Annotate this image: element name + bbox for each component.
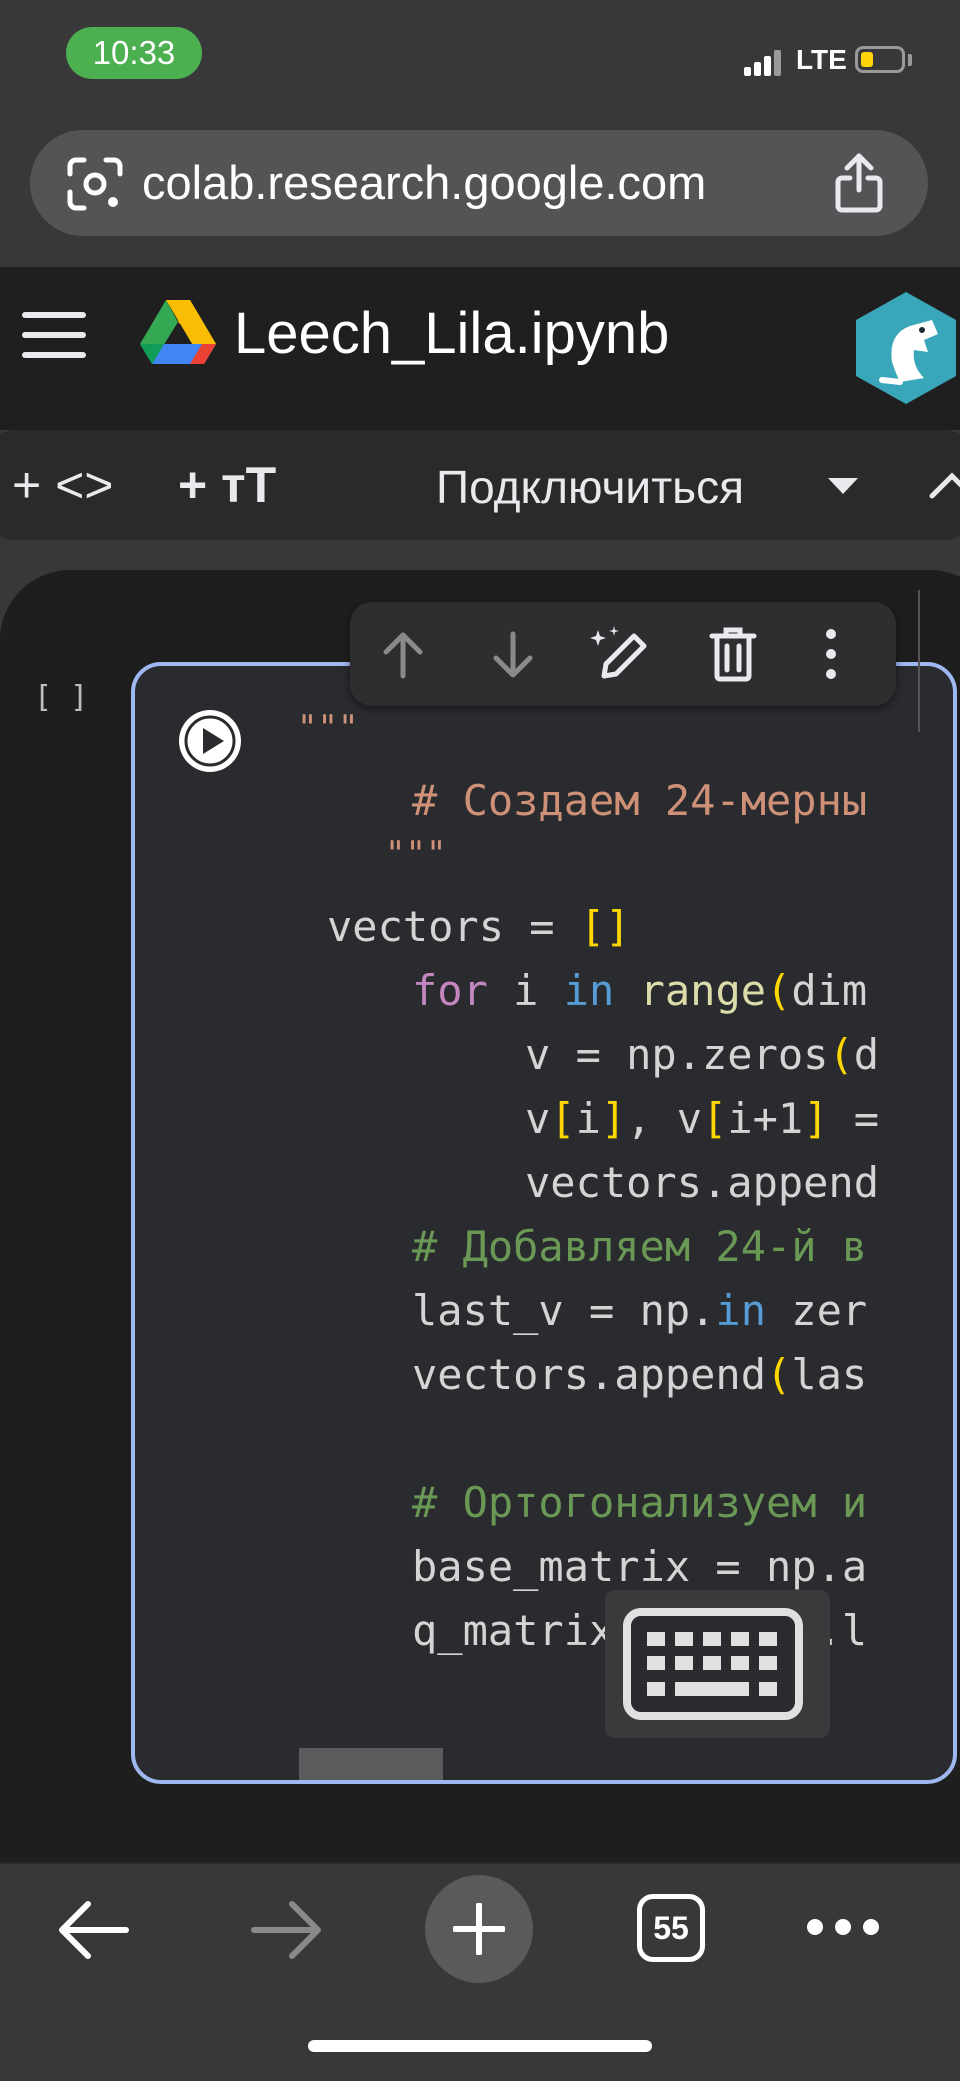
code-line: v[i], v[i+1] =	[525, 1094, 880, 1143]
code-cell[interactable]: """ # Создаем 24-мерны """ vectors = [] …	[131, 662, 957, 1784]
network-label: LTE	[796, 44, 847, 75]
keyboard-toggle-button[interactable]	[605, 1590, 830, 1738]
more-menu-icon[interactable]	[806, 1918, 880, 1936]
add-code-cell-button[interactable]: + <>	[12, 456, 114, 514]
tab-switcher-button[interactable]: 55	[637, 1894, 705, 1962]
code-line: """	[297, 708, 359, 748]
connect-button[interactable]: Подключиться	[436, 460, 744, 514]
menu-icon[interactable]	[22, 312, 86, 358]
code-line: """	[385, 834, 447, 874]
home-indicator	[308, 2040, 652, 2052]
move-up-icon[interactable]	[380, 630, 426, 680]
execution-count: [ ]	[34, 680, 89, 715]
add-text-cell-button[interactable]: + тT	[178, 456, 276, 514]
collapse-icon[interactable]	[928, 470, 960, 500]
code-line: # Ортогонализуем и	[412, 1478, 868, 1527]
code-line: v = np.zeros(d	[525, 1030, 880, 1079]
move-down-icon[interactable]	[490, 630, 536, 680]
more-options-icon[interactable]	[824, 628, 838, 680]
code-line: vectors.append	[525, 1158, 880, 1207]
cell-toolbar	[350, 602, 896, 706]
plus-icon	[453, 1903, 505, 1955]
back-icon[interactable]	[58, 1900, 130, 1960]
horizontal-scrollbar[interactable]	[299, 1748, 443, 1780]
battery-level	[861, 52, 873, 67]
battery-nub	[908, 54, 912, 66]
battery-icon	[855, 46, 905, 73]
edit-ai-icon[interactable]	[590, 624, 652, 684]
cell-toolbar-divider	[918, 590, 920, 732]
signal-icon	[744, 48, 782, 76]
code-line: for i in range(dim	[412, 966, 868, 1015]
code-line: # Добавляем 24-й в	[412, 1222, 868, 1271]
code-line: base_matrix = np.a	[412, 1542, 868, 1591]
code-line: last_v = np.in zer	[412, 1286, 868, 1335]
connect-dropdown-icon[interactable]	[828, 478, 858, 496]
code-editor[interactable]: """ # Создаем 24-мерны """ vectors = [] …	[135, 666, 953, 1780]
notebook-title[interactable]: Leech_Lila.ipynb	[234, 300, 669, 367]
delete-icon[interactable]	[708, 626, 758, 682]
forward-icon[interactable]	[250, 1900, 322, 1960]
new-tab-button[interactable]	[425, 1875, 533, 1983]
avatar[interactable]	[852, 290, 960, 406]
url-text[interactable]: colab.research.google.com	[142, 155, 706, 210]
code-line: vectors = []	[327, 902, 631, 951]
share-icon[interactable]	[834, 152, 884, 214]
code-line: # Создаем 24-мерны	[412, 776, 868, 825]
keyboard-icon	[623, 1608, 803, 1720]
code-line: vectors.append(las	[412, 1350, 868, 1399]
status-time: 10:33	[66, 27, 202, 79]
google-drive-icon	[140, 300, 216, 364]
google-lens-icon[interactable]	[66, 156, 124, 212]
